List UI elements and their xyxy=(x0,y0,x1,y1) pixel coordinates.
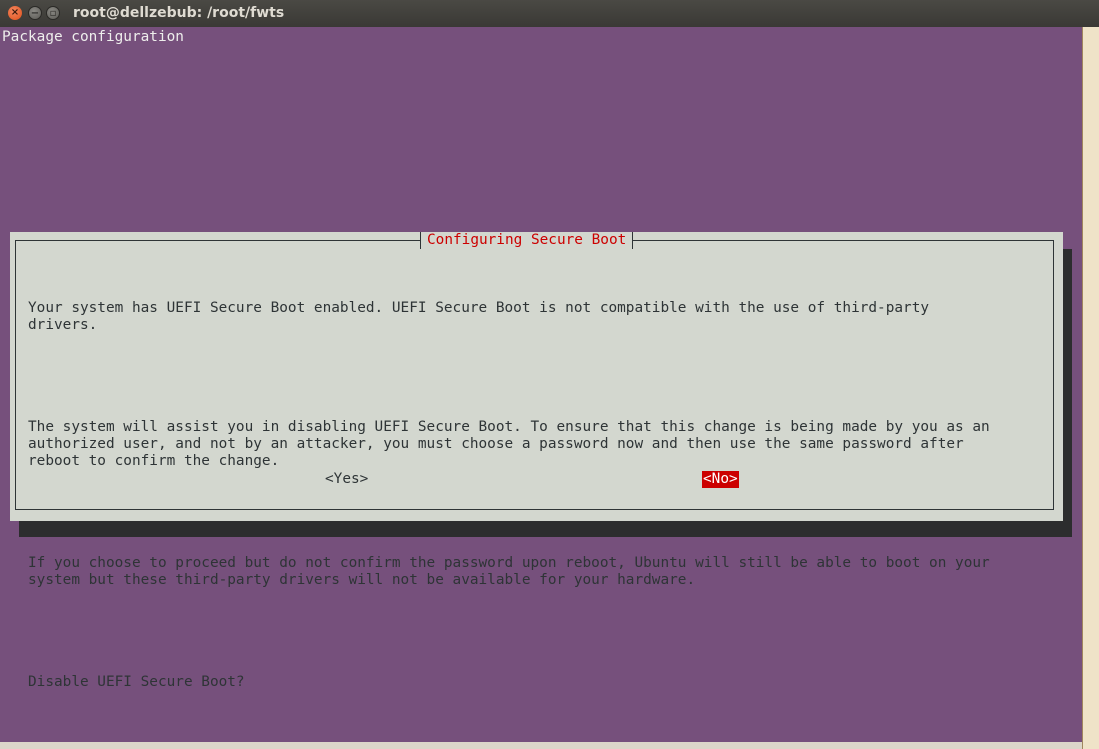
dialog-title: Configuring Secure Boot xyxy=(420,232,634,249)
package-configuration-header: Package configuration xyxy=(2,29,184,45)
dialog-question: Disable UEFI Secure Boot? xyxy=(28,674,245,690)
close-icon[interactable]: × xyxy=(8,6,22,20)
no-button[interactable]: <No> xyxy=(702,471,739,488)
title-bar: × − ▫ root@dellzebub: /root/fwts xyxy=(0,0,1099,28)
dialog-paragraph: Your system has UEFI Secure Boot enabled… xyxy=(28,300,930,333)
dialog-body: Your system has UEFI Secure Boot enabled… xyxy=(28,266,1038,725)
secure-boot-dialog: Configuring Secure Boot Your system has … xyxy=(10,232,1063,690)
dialog-paragraph: If you choose to proceed but do not conf… xyxy=(28,555,990,588)
yes-button[interactable]: <Yes> xyxy=(325,471,368,488)
maximize-icon[interactable]: ▫ xyxy=(46,6,60,20)
dialog-paragraph: The system will assist you in disabling … xyxy=(28,419,990,469)
window-title: root@dellzebub: /root/fwts xyxy=(73,5,285,21)
window-bottom-edge xyxy=(0,742,1082,749)
minimize-icon[interactable]: − xyxy=(28,6,42,20)
terminal-scrollbar[interactable] xyxy=(1082,27,1099,749)
